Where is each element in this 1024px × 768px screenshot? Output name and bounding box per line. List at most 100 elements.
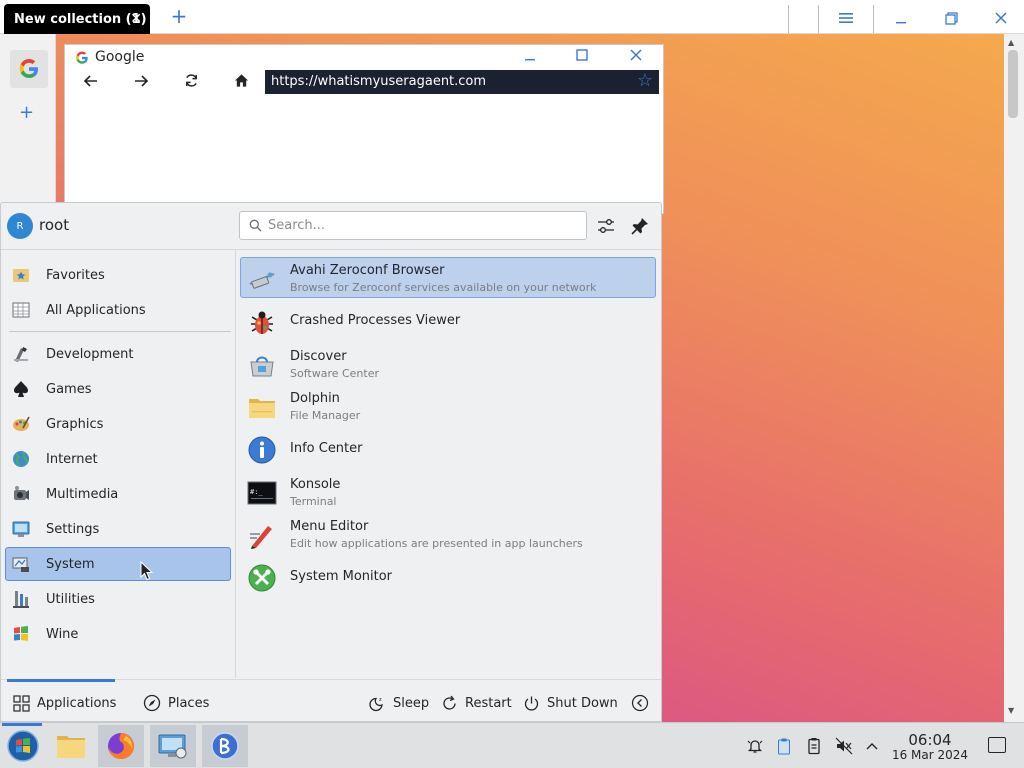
app-konsole[interactable]: #:_ Konsole Terminal	[240, 471, 656, 512]
category-multimedia[interactable]: Multimedia	[5, 477, 231, 511]
firefox-task[interactable]	[98, 725, 144, 767]
search-icon	[249, 219, 262, 236]
category-internet[interactable]: Internet	[5, 442, 231, 476]
category-favorites[interactable]: Favorites	[5, 258, 231, 292]
battery-clipboard-icon[interactable]	[803, 735, 825, 757]
category-label: All Applications	[46, 302, 146, 318]
browser-close-icon[interactable]	[625, 47, 647, 67]
scrollbar-thumb[interactable]	[1008, 50, 1018, 118]
back-arrow-icon[interactable]	[79, 73, 103, 95]
system-settings-task[interactable]	[150, 725, 196, 767]
multimedia-icon	[10, 483, 32, 505]
svg-text:#:_: #:_	[250, 488, 263, 496]
info-icon	[245, 433, 279, 467]
pin-icon[interactable]	[629, 215, 653, 239]
browser-minimize-icon[interactable]	[519, 47, 541, 67]
category-system[interactable]: System	[5, 547, 231, 581]
settings-monitor-icon	[158, 734, 187, 759]
app-system-monitor[interactable]: System Monitor	[240, 556, 656, 597]
restore-icon[interactable]	[936, 6, 966, 30]
shutdown-button[interactable]: Shut Down	[523, 692, 618, 714]
folder-icon	[245, 390, 279, 424]
category-label: Development	[46, 346, 134, 362]
tab-applications[interactable]: Applications	[13, 692, 116, 714]
home-icon[interactable]	[229, 73, 253, 95]
menu-editor-icon	[245, 518, 279, 552]
volume-muted-icon[interactable]	[833, 735, 855, 757]
configure-sliders-icon[interactable]	[595, 215, 619, 239]
category-label: System	[46, 556, 95, 572]
restart-button[interactable]: Restart	[441, 692, 512, 714]
graphics-icon	[10, 413, 32, 435]
header-divider	[1, 249, 661, 250]
start-menu-button[interactable]	[0, 725, 46, 767]
scroll-down-icon[interactable]: ▼	[1008, 706, 1014, 715]
minimize-icon[interactable]	[886, 6, 916, 30]
category-utilities[interactable]: Utilities	[5, 582, 231, 616]
app-name: Crashed Processes Viewer	[290, 313, 461, 328]
category-wine[interactable]: Wine	[5, 617, 231, 651]
browser-window: Google https://whatismyuseragaent.com ☆	[64, 44, 664, 214]
close-tab-icon[interactable]: ✕	[130, 11, 142, 27]
sleep-label: Sleep	[393, 695, 430, 711]
bookmark-star-icon[interactable]: ☆	[637, 71, 653, 91]
google-site-icon[interactable]	[10, 50, 48, 88]
category-development[interactable]: Development	[5, 337, 231, 371]
app-menu-editor[interactable]: Menu Editor Edit how applications are pr…	[240, 513, 656, 554]
add-site-button[interactable]: +	[19, 102, 34, 123]
url-bar[interactable]: https://whatismyuseragaent.com ☆	[265, 70, 659, 94]
app-dolphin[interactable]: Dolphin File Manager	[240, 385, 656, 426]
development-icon	[10, 343, 32, 365]
search-input[interactable]	[239, 211, 587, 240]
applications-grid-icon	[13, 694, 30, 712]
restart-label: Restart	[465, 695, 512, 711]
category-label: Settings	[46, 521, 100, 537]
avatar[interactable]: R	[7, 213, 33, 239]
app-crashed-processes-viewer[interactable]: Crashed Processes Viewer	[240, 300, 656, 341]
show-desktop-icon[interactable]	[988, 737, 1006, 753]
firefox-icon	[108, 733, 134, 759]
forward-arrow-icon[interactable]	[129, 73, 153, 95]
app-avahi-zeroconf-browser[interactable]: Avahi Zeroconf Browser Browse for Zeroco…	[240, 257, 656, 298]
sleep-button[interactable]: z Sleep	[369, 692, 429, 714]
folder-icon	[57, 736, 85, 758]
browser-maximize-icon[interactable]	[571, 47, 593, 67]
launcher-header: R root	[1, 203, 661, 249]
category-all-applications[interactable]: All Applications	[5, 293, 231, 327]
network-browser-icon	[245, 262, 279, 296]
app-discover[interactable]: Discover Software Center	[240, 343, 656, 384]
reload-icon[interactable]	[179, 73, 203, 95]
category-label: Wine	[46, 626, 79, 642]
page-scrollbar[interactable]: ▲ ▼	[1004, 34, 1024, 722]
clock-time[interactable]: 06:04	[892, 731, 968, 749]
app-name: Info Center	[290, 441, 363, 456]
software-center-icon	[245, 348, 279, 382]
category-games[interactable]: Games	[5, 372, 231, 406]
clipboard-icon[interactable]	[773, 735, 795, 757]
terminal-icon: #:_	[245, 476, 279, 510]
svg-text:z: z	[379, 697, 382, 703]
notifications-icon[interactable]	[744, 735, 766, 757]
collection-tab-label: New collection (1)	[14, 11, 147, 27]
hamburger-menu-icon[interactable]	[831, 6, 861, 30]
collection-tab[interactable]: New collection (1) ✕	[4, 4, 150, 34]
category-label: Internet	[46, 451, 98, 467]
tab-label: Applications	[37, 695, 117, 711]
category-graphics[interactable]: Graphics	[5, 407, 231, 441]
clock-date[interactable]: 16 Mar 2024	[880, 748, 980, 762]
more-options-button[interactable]	[631, 692, 656, 714]
close-icon[interactable]	[986, 6, 1016, 30]
app-info-center[interactable]: Info Center	[240, 428, 656, 469]
tab-places[interactable]: Places	[143, 692, 209, 714]
browser-task[interactable]	[202, 725, 248, 767]
mouse-cursor-icon	[140, 560, 154, 585]
toolbar-divider	[788, 5, 789, 33]
file-manager-task[interactable]	[48, 725, 94, 767]
new-tab-button[interactable]: +	[170, 6, 188, 28]
category-label: Utilities	[46, 591, 95, 607]
category-settings[interactable]: Settings	[5, 512, 231, 546]
google-favicon-icon	[75, 51, 89, 69]
scroll-up-icon[interactable]: ▲	[1008, 38, 1014, 47]
compass-icon	[143, 694, 161, 712]
app-name: Menu Editor	[290, 519, 369, 534]
